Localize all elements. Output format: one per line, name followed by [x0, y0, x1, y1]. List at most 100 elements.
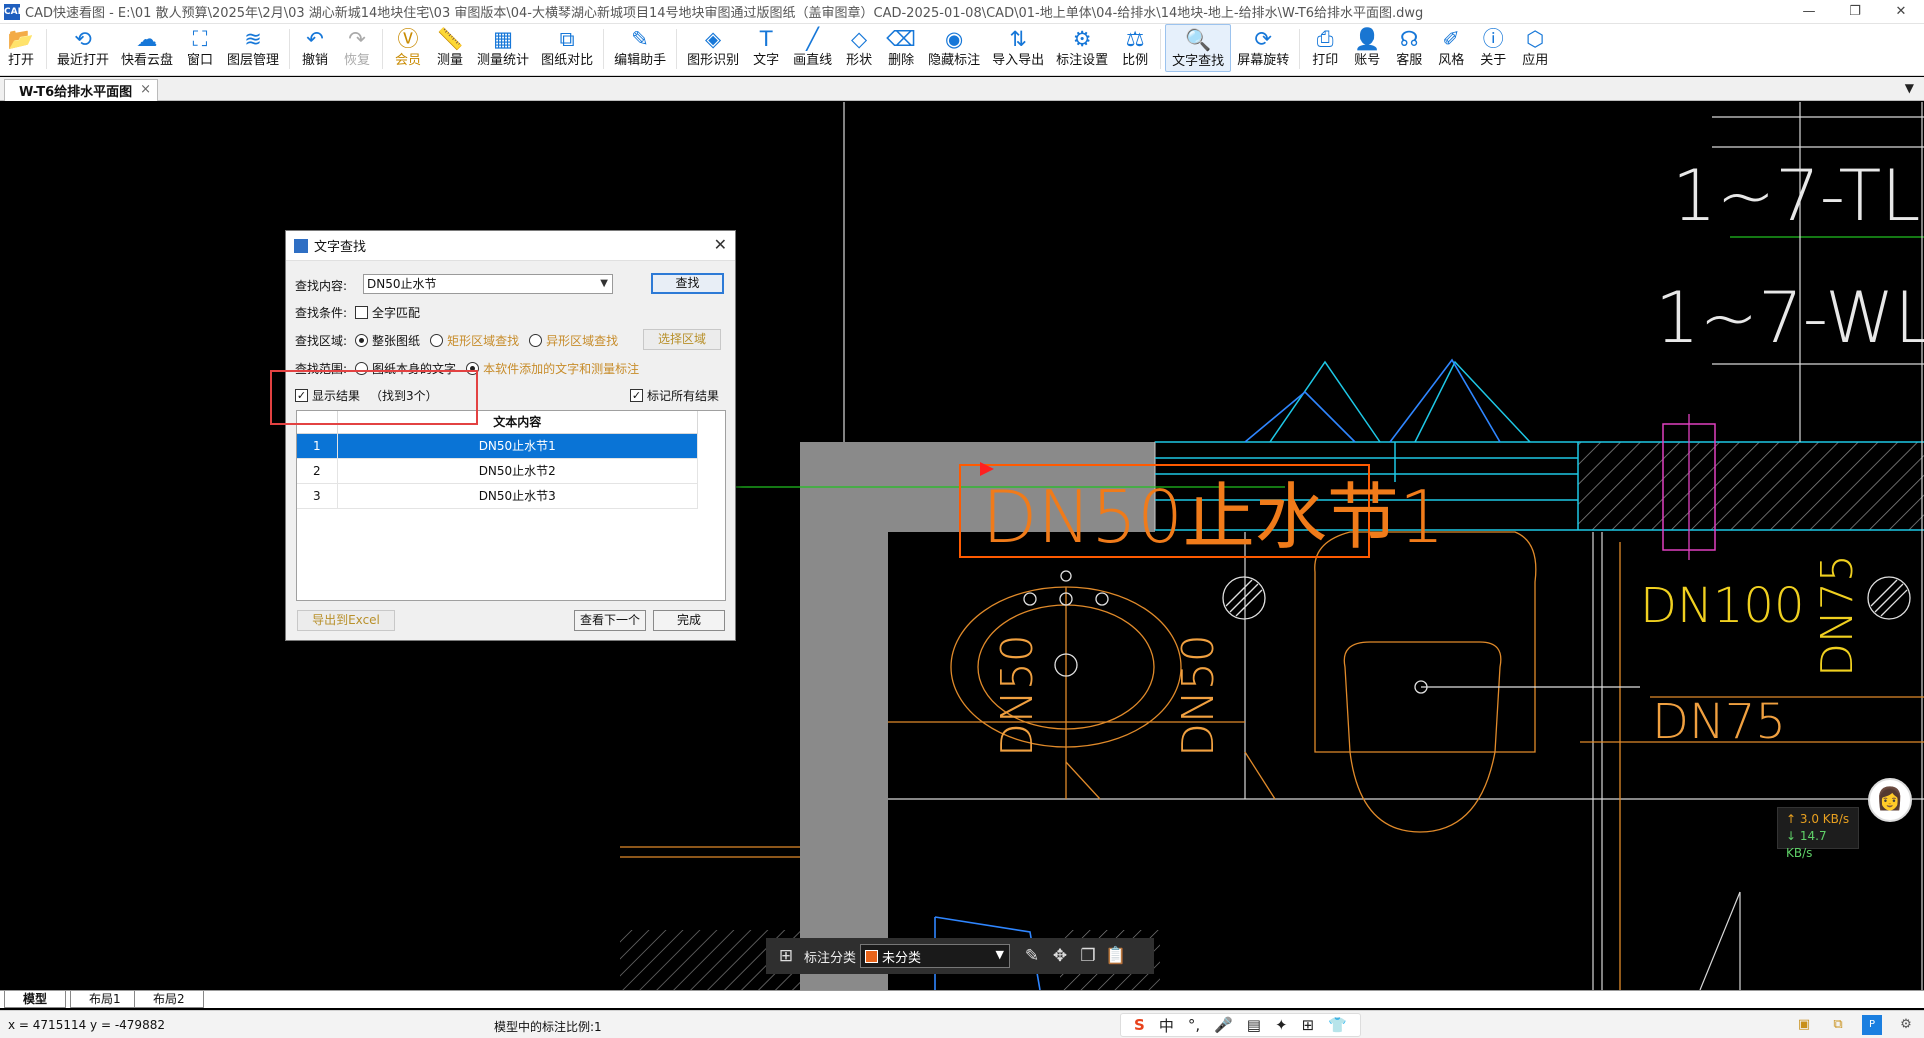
- toolbar-button-folder-open[interactable]: 📂 打开: [0, 24, 42, 72]
- toolbar-label: 风格: [1438, 53, 1465, 68]
- doc-tab-close-icon[interactable]: ×: [140, 82, 151, 97]
- toolbar-button-vip[interactable]: Ⓥ 会员: [387, 24, 429, 72]
- toolbar-button-style[interactable]: ✐ 风格: [1430, 24, 1472, 72]
- export-excel-button[interactable]: 导出到Excel: [297, 610, 395, 631]
- toolbar-button-about[interactable]: ⓘ 关于: [1472, 24, 1514, 72]
- scope-option-added[interactable]: 本软件添加的文字和测量标注: [466, 360, 639, 377]
- toolbar-button-hide-annotation[interactable]: ◉ 隐藏标注: [922, 24, 986, 72]
- table-row[interactable]: 2 DN50止水节2: [297, 458, 698, 484]
- search-button[interactable]: 查找: [651, 273, 724, 294]
- toolbar-label: 标注设置: [1056, 53, 1109, 68]
- line-icon: ╱: [806, 27, 819, 51]
- toolbar-button-rotate-screen[interactable]: ⟳ 屏幕旋转: [1231, 24, 1295, 72]
- eraser-icon: ⌫: [886, 27, 916, 51]
- layout-tab-model[interactable]: 模型: [4, 991, 67, 1008]
- toolbar-button-layers[interactable]: ≋ 图层管理: [221, 24, 285, 72]
- toolbar-button-scale[interactable]: ⚖ 比例: [1114, 24, 1156, 72]
- doc-tab-active[interactable]: W-T6给排水平面图 ×: [4, 79, 158, 101]
- toolbar-button-account[interactable]: 👤 账号: [1346, 24, 1388, 72]
- toolbar-button-line[interactable]: ╱ 画直线: [787, 24, 838, 72]
- next-result-button[interactable]: 查看下一个: [574, 610, 646, 631]
- skin-icon[interactable]: ✦: [1275, 1016, 1288, 1034]
- select-area-button[interactable]: 选择区域: [643, 329, 721, 350]
- mark-all-option[interactable]: ✓ 标记所有结果: [630, 387, 719, 404]
- ime-shirt-icon[interactable]: 👕: [1328, 1016, 1347, 1034]
- keyboard-icon[interactable]: ▤: [1247, 1016, 1261, 1034]
- radio-irregular[interactable]: [529, 334, 543, 347]
- results-list[interactable]: 文本内容 1 DN50止水节1 2 DN50止水节2 3 DN50止水节3: [296, 410, 726, 601]
- network-speed-widget: ↑ 3.0 KB/s ↓ 14.7 KB/s: [1777, 807, 1859, 860]
- toolbar-button-support[interactable]: ☊ 客服: [1388, 24, 1430, 72]
- area-option-whole[interactable]: 整张图纸: [355, 332, 420, 349]
- minimize-button[interactable]: —: [1786, 0, 1832, 24]
- toolbar-button-edit-assistant[interactable]: ✎ 编辑助手: [608, 24, 672, 72]
- search-input[interactable]: DN50止水节 ▼: [363, 274, 613, 294]
- toolbar-button-history[interactable]: ⟲ 最近打开: [51, 24, 115, 72]
- toolbar-label: 屏幕旋转: [1237, 53, 1290, 68]
- move-icon[interactable]: ✥: [1046, 942, 1074, 970]
- edit-icon[interactable]: ✎: [1018, 942, 1046, 970]
- toolbar-label: 快看云盘: [121, 53, 174, 68]
- combo-chevron-down-icon[interactable]: ▼: [600, 275, 608, 293]
- toolbar-button-measure-stats[interactable]: ▦ 测量统计: [471, 24, 535, 72]
- toolbar-button-text[interactable]: T 文字: [745, 24, 787, 72]
- support-icon: ☊: [1399, 27, 1419, 51]
- table-row[interactable]: 3 DN50止水节3: [297, 483, 698, 509]
- toolbar-button-apps[interactable]: ⬡ 应用: [1514, 24, 1556, 72]
- toolbar-button-shape[interactable]: ◇ 形状: [838, 24, 880, 72]
- dialog-close-icon[interactable]: ✕: [714, 235, 727, 254]
- toolbar-separator: [603, 29, 605, 69]
- ime-punctuation-icon[interactable]: °,: [1188, 1016, 1200, 1034]
- toolbar-button-undo[interactable]: ↶ 撤销: [294, 24, 336, 72]
- mark-all-checkbox[interactable]: ✓: [630, 389, 643, 402]
- status-mode-icon[interactable]: P: [1862, 1015, 1882, 1035]
- scope-option-added-label: 本软件添加的文字和测量标注: [483, 362, 640, 376]
- table-row[interactable]: 1 DN50止水节1: [297, 433, 698, 459]
- annotation-settings-icon: ⚙: [1072, 27, 1092, 51]
- annotation-category-select[interactable]: 未分类 ▼: [860, 944, 1011, 968]
- toolbar-button-annotation-settings[interactable]: ⚙ 标注设置: [1050, 24, 1114, 72]
- microphone-icon[interactable]: 🎤: [1214, 1016, 1233, 1034]
- upload-speed: ↑ 3.0 KB/s: [1786, 812, 1850, 826]
- category-color-swatch: [865, 949, 879, 963]
- toolbar-button-ruler[interactable]: 📏 测量: [429, 24, 471, 72]
- ime-chinese-mode[interactable]: 中: [1159, 1015, 1174, 1036]
- status-settings-icon[interactable]: ⚙: [1896, 1015, 1916, 1035]
- toolbar-button-eraser[interactable]: ⌫ 删除: [880, 24, 922, 72]
- restore-button[interactable]: ❐: [1832, 0, 1878, 24]
- toolbar-button-cloud[interactable]: ☁ 快看云盘: [115, 24, 179, 72]
- mark-all-label: 标记所有结果: [647, 389, 720, 403]
- layout-tab-2[interactable]: 布局2: [134, 991, 204, 1008]
- toolbar-button-redo[interactable]: ↷ 恢复: [336, 24, 378, 72]
- toolbar-button-print[interactable]: ⎙ 打印: [1304, 24, 1346, 72]
- toolbar-label: 打开: [7, 53, 34, 68]
- copy-icon[interactable]: ❐: [1074, 942, 1102, 970]
- toolbar-button-window[interactable]: ⛶ 窗口: [179, 24, 221, 72]
- text-search-icon: 🔍: [1185, 28, 1212, 52]
- toolbar-label: 关于: [1480, 53, 1507, 68]
- status-share-icon[interactable]: ⧉: [1828, 1015, 1848, 1035]
- ime-grid-icon[interactable]: ⊞: [1302, 1016, 1315, 1034]
- tab-overflow-icon[interactable]: ▼: [1905, 81, 1914, 95]
- grid-apps-icon[interactable]: ⊞: [772, 942, 800, 970]
- toolbar-button-shape-recognition[interactable]: ◈ 图形识别: [681, 24, 745, 72]
- toolbar-button-import-export[interactable]: ⇅ 导入导出: [986, 24, 1050, 72]
- radio-whole[interactable]: [355, 334, 369, 347]
- area-option-irregular[interactable]: 异形区域查找: [529, 332, 618, 349]
- close-window-button[interactable]: ✕: [1878, 0, 1924, 24]
- sogou-logo-icon[interactable]: S: [1134, 1016, 1145, 1034]
- paste-icon[interactable]: 📋: [1102, 942, 1130, 970]
- whole-word-option[interactable]: 全字匹配: [355, 304, 420, 321]
- radio-rect[interactable]: [430, 334, 444, 347]
- area-option-rect[interactable]: 矩形区域查找: [430, 332, 519, 349]
- window-title: CAD快速看图 - E:\01 散人预算\2025年\2月\03 湖心新城14地…: [25, 6, 1424, 21]
- toolbar-button-text-search[interactable]: 🔍 文字查找: [1165, 24, 1232, 72]
- assistant-avatar-icon[interactable]: 👩: [1868, 778, 1912, 822]
- toolbar-label: 窗口: [187, 53, 214, 68]
- whole-word-checkbox[interactable]: [355, 306, 369, 319]
- toolbar-button-compare[interactable]: ⧉ 图纸对比: [535, 24, 599, 72]
- done-button[interactable]: 完成: [653, 610, 725, 631]
- toolbar-label: 图层管理: [227, 53, 280, 68]
- status-folder-icon[interactable]: ▣: [1794, 1015, 1814, 1035]
- layout-tab-1[interactable]: 布局1: [70, 991, 140, 1008]
